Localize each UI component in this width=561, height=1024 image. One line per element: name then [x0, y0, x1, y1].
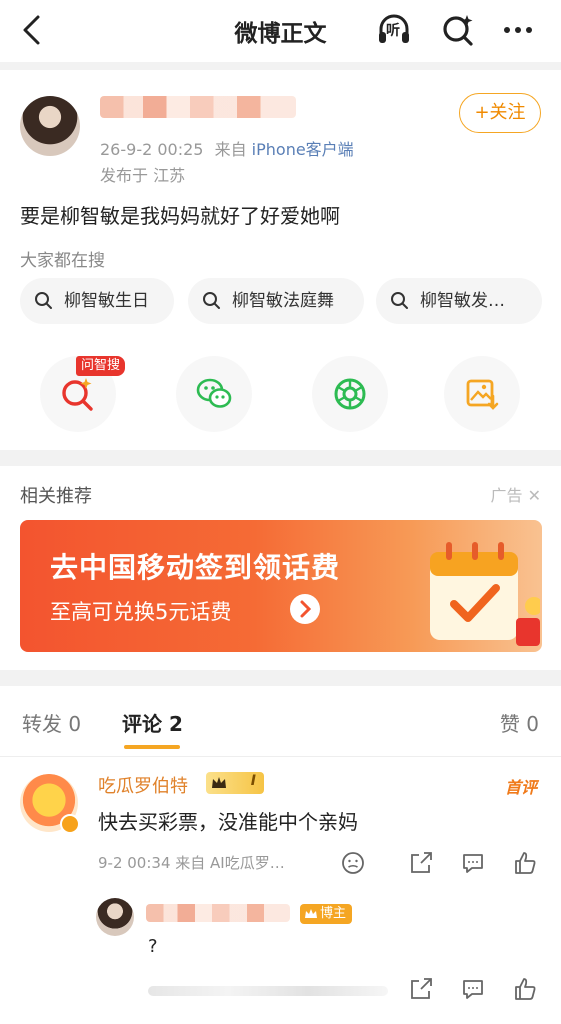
author-badge: 博主 [300, 904, 353, 924]
chevron-right-icon [290, 594, 320, 624]
author-avatar[interactable] [20, 96, 80, 156]
close-icon: ✕ [527, 486, 541, 505]
first-comment-tag: 首评 [504, 778, 537, 797]
search-chip-3[interactable]: 柳智敏发… [376, 278, 542, 324]
thumbs-up-icon[interactable] [512, 976, 538, 1002]
reply-meta-redacted [148, 986, 388, 996]
post-source: iPhone客户端 [251, 140, 354, 159]
ad-banner[interactable]: 去中国移动签到领话费 至高可兑换5元话费 [20, 520, 542, 652]
post-timestamp: 26-9-2 00:25 [100, 140, 204, 159]
save-image-button[interactable] [444, 356, 520, 432]
comments-section: 转发 0 评论 2 赞 0 吃瓜罗伯特 I 首评 快去买彩票，没准能中个亲妈 9… [0, 686, 561, 1024]
search-icon [35, 292, 52, 309]
author-name-redacted[interactable] [100, 96, 296, 118]
divider [0, 756, 561, 757]
level-value: I [250, 773, 256, 789]
search-icon [203, 292, 220, 309]
author-badge-label: 博主 [320, 906, 347, 921]
active-tab-indicator [124, 745, 180, 749]
tab-reposts[interactable]: 转发 0 [22, 708, 81, 737]
commenter-avatar[interactable] [20, 774, 80, 834]
top-nav-bar: 微博正文 听 [0, 0, 561, 62]
reply-text: ? [148, 936, 158, 957]
banner-headline: 去中国移动签到领话费 [50, 551, 341, 584]
page-title: 微博正文 [234, 21, 327, 47]
search-chip-label: 柳智敏法庭舞 [232, 291, 334, 311]
search-chip-1[interactable]: 柳智敏生日 [20, 278, 174, 324]
section-title: 相关推荐 [20, 486, 92, 507]
moments-icon [334, 378, 366, 410]
trending-search-label: 大家都在搜 [20, 251, 105, 271]
reply-author-name-redacted[interactable] [146, 904, 290, 922]
emoji-icon[interactable] [340, 850, 366, 876]
banner-subline: 至高可兑换5元话费 [50, 600, 232, 624]
calendar-check-illustration [430, 542, 540, 646]
listen-label: 听 [386, 23, 400, 39]
related-recommendation: 相关推荐 广告 ✕ 去中国移动签到领话费 至高可兑换5元话费 [0, 466, 561, 670]
level-badge: I [206, 772, 264, 794]
post-meta: 26-9-2 00:25 来自 iPhone客户端 [100, 136, 354, 160]
share-wechat-button[interactable] [176, 356, 252, 432]
reply-author-avatar[interactable] [96, 898, 134, 936]
crown-icon [212, 777, 226, 788]
commenter-name[interactable]: 吃瓜罗伯特 [98, 772, 188, 798]
tab-likes[interactable]: 赞 0 [500, 708, 539, 737]
comment-text: 快去买彩票，没准能中个亲妈 [98, 810, 358, 834]
search-icon [391, 292, 408, 309]
thumbs-up-icon[interactable] [512, 850, 538, 876]
save-image-icon [466, 379, 499, 410]
post-text: 要是柳智敏是我妈妈就好了好爱她啊 [20, 204, 340, 228]
source-prefix: 来自 [214, 140, 247, 159]
ad-close-button[interactable]: 广告 ✕ [490, 482, 541, 506]
post-card: 26-9-2 00:25 来自 iPhone客户端 发布于 江苏 +关注 要是柳… [0, 70, 561, 450]
comment-meta: 9-2 00:34 来自 AI吃瓜罗… [98, 854, 285, 872]
ad-label: 广告 [490, 486, 523, 505]
ask-search-badge: 问智搜 [76, 356, 126, 376]
share-icon[interactable] [408, 976, 434, 1002]
tab-comments[interactable]: 评论 2 [122, 708, 183, 737]
crown-icon [305, 909, 317, 918]
share-icon[interactable] [408, 850, 434, 876]
search-chip-label: 柳智敏生日 [64, 291, 149, 311]
verified-icon [60, 814, 80, 834]
search-chip-label: 柳智敏发… [420, 291, 505, 311]
post-location: 发布于 江苏 [100, 166, 186, 185]
comment-icon[interactable] [460, 976, 486, 1002]
share-moments-button[interactable] [312, 356, 388, 432]
comment-icon[interactable] [460, 850, 486, 876]
more-options-icon[interactable] [500, 12, 536, 48]
ai-search-icon [62, 378, 93, 411]
ai-search-icon[interactable] [440, 12, 476, 48]
follow-button[interactable]: +关注 [459, 93, 541, 133]
wechat-icon [196, 378, 232, 408]
search-chip-2[interactable]: 柳智敏法庭舞 [188, 278, 364, 324]
